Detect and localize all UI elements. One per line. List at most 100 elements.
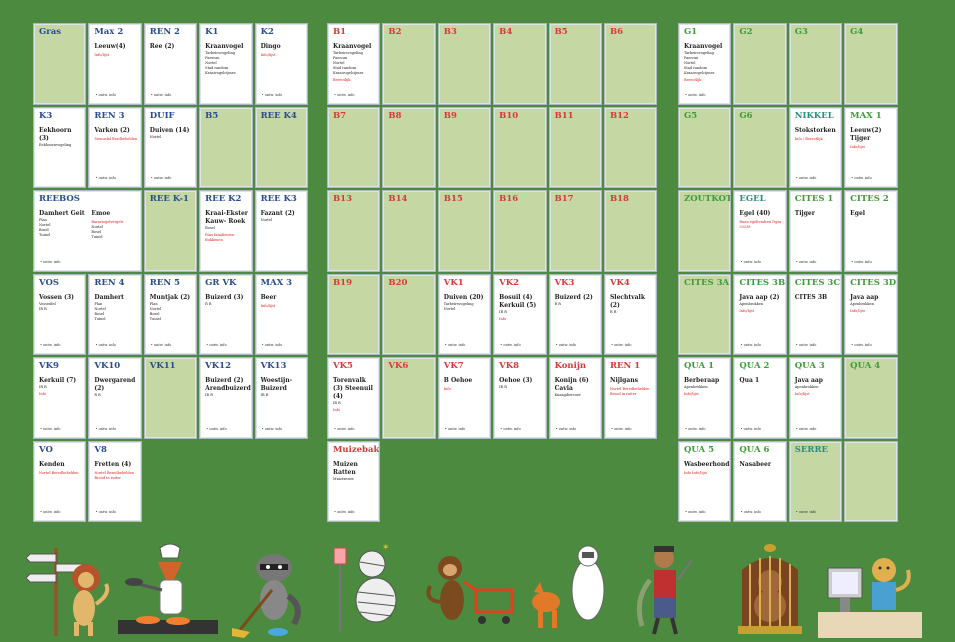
info-link[interactable]: • ontw. info <box>740 510 761 514</box>
enclosure-cell[interactable]: CITES 3B Java aap (2) Apenbrokken Info/lijs… <box>733 273 787 355</box>
mummy-patient-icon[interactable]: ✶ <box>326 540 412 642</box>
info-link[interactable]: • ontw. info <box>685 510 706 514</box>
enclosure-cell[interactable]: VK2 Bosuil (4) Kerkuil (5) IR R Info • ontw.… <box>493 273 547 355</box>
enclosure-cell[interactable]: B3 <box>437 23 492 105</box>
enclosure-cell[interactable]: VK10 Dwergarend (2) R R • ontw. info <box>88 357 142 439</box>
enclosure-cell[interactable]: B16 <box>493 190 547 272</box>
enclosure-cell[interactable]: GR VK Buizerd (3) R R • ontw. info <box>199 273 253 355</box>
enclosure-cell[interactable]: VK12 Buizerd (2) Arendbuizerd IR R • ontw. … <box>199 357 253 439</box>
enclosure-cell[interactable]: B5 <box>199 106 253 188</box>
info-link[interactable]: • ontw. info <box>95 93 116 97</box>
enclosure-cell[interactable]: CITES 3A <box>678 273 732 355</box>
info-link[interactable]: • ontw. info <box>796 260 817 264</box>
enclosure-cell[interactable]: B17 <box>548 190 602 272</box>
enclosure-cell[interactable]: CITES 2 Egel • ontw. info <box>844 190 898 272</box>
info-link[interactable]: • ontw. info <box>740 343 761 347</box>
fox-hazmat-icon[interactable] <box>524 540 614 642</box>
enclosure-cell[interactable]: REE K3 Fazant (2) Nortel <box>254 190 308 272</box>
info-link[interactable]: • ontw. info <box>40 427 61 431</box>
enclosure-cell[interactable]: B10 <box>493 106 547 188</box>
enclosure-cell[interactable]: B13 <box>327 190 381 272</box>
info-link[interactable]: • ontw. info <box>685 93 706 97</box>
enclosure-cell[interactable]: G1 Kraanvogel Tarbeirsvogeling Paercan Norte… <box>678 23 732 105</box>
info-link[interactable]: • ontw. info <box>796 427 817 431</box>
info-link[interactable]: • ontw. info <box>851 260 872 264</box>
info-link[interactable]: • ontw. info <box>334 93 355 97</box>
info-link[interactable]: • ontw. info <box>445 427 466 431</box>
enclosure-cell[interactable]: B15 <box>437 190 492 272</box>
enclosure-cell[interactable]: B5 <box>548 23 602 105</box>
raccoon-sweeper-icon[interactable] <box>232 540 308 642</box>
info-link[interactable]: • ontw. info <box>151 176 172 180</box>
enclosure-cell[interactable]: B2 <box>382 23 436 105</box>
info-link[interactable]: • ontw. info <box>611 427 632 431</box>
fox-chef-icon[interactable] <box>118 540 218 642</box>
enclosure-cell[interactable]: G2 <box>733 23 787 105</box>
enclosure-cell[interactable]: EGEL Egel (40) Ruen egeltendren Dgsu 33338… <box>733 190 787 272</box>
enclosure-cell[interactable]: B19 <box>327 273 381 355</box>
enclosure-cell[interactable]: K1 Kraanvogel Tarbeirsvogeling Paercan Norte… <box>199 23 253 105</box>
info-link[interactable]: • ontw. info <box>151 93 172 97</box>
enclosure-cell[interactable]: REEBOS Damhert Geit Plan Nortel Bosel Tuinel E… <box>33 190 142 272</box>
enclosure-cell[interactable]: QUA 1 Berberaap Apenbrokken Info/lijst • ont… <box>678 357 732 439</box>
pirate-dog-icon[interactable] <box>628 540 704 642</box>
enclosure-cell[interactable]: V8 Fretten (4) Nortel Beredbehelden Brood … <box>88 440 142 522</box>
enclosure-cell[interactable]: Max 2 Leeuw(4) Info/lijst • ontw. info <box>88 23 142 105</box>
lion-signpost-icon[interactable] <box>25 540 116 642</box>
info-link[interactable]: • ontw. info <box>95 343 116 347</box>
info-link[interactable]: • ontw. info <box>851 176 872 180</box>
info-link[interactable]: • ontw. info <box>685 427 706 431</box>
enclosure-cell[interactable]: CITES 3C CITES 3B • ontw. info <box>788 273 843 355</box>
enclosure-cell[interactable]: MAX 1 Leeuw(2) Tijger Info/lijst • ontw. in… <box>844 106 898 188</box>
info-link[interactable]: • ontw. info <box>500 343 521 347</box>
enclosure-cell[interactable]: MAX 3 Beer Info/lijst • ontw. info <box>254 273 308 355</box>
info-link[interactable]: • ontw. info <box>796 176 817 180</box>
enclosure-cell[interactable]: B14 <box>382 190 436 272</box>
enclosure-cell[interactable]: ZOUTKOT <box>678 190 732 272</box>
info-link[interactable]: • ontw. info <box>740 427 761 431</box>
enclosure-cell[interactable]: B11 <box>548 106 602 188</box>
enclosure-cell[interactable]: VK7 B Oehoe Info • ontw. info <box>437 357 492 439</box>
enclosure-cell[interactable]: VK5 Torenvalk (3) Steenuil (4) IR R Info • o… <box>327 357 381 439</box>
enclosure-cell[interactable]: VK8 Oehoe (3) IR R • ontw. info <box>493 357 547 439</box>
info-link[interactable]: • ontw. info <box>796 510 817 514</box>
enclosure-cell[interactable]: B4 <box>493 23 547 105</box>
enclosure-cell[interactable]: VK3 Buizerd (2) R R • ontw. info <box>548 273 602 355</box>
info-link[interactable]: • ontw. info <box>334 510 355 514</box>
enclosure-cell[interactable]: B9 <box>437 106 492 188</box>
enclosure-cell[interactable]: VK9 Kerkuil (7) IR R Info • ontw. info <box>33 357 87 439</box>
info-link[interactable]: • ontw. info <box>262 93 283 97</box>
enclosure-cell[interactable]: SERRE • ontw. info <box>788 440 843 522</box>
enclosure-cell[interactable]: Konijn Konijn (6) Cavia Knaagdiervoer • ont… <box>548 357 602 439</box>
enclosure-cell[interactable]: K3 Eekhoorn (3) Eekhoornvogeling <box>33 106 87 188</box>
info-link[interactable]: • ontw. info <box>262 427 283 431</box>
cheetah-computer-icon[interactable] <box>818 540 922 642</box>
enclosure-cell[interactable]: G4 <box>844 23 898 105</box>
enclosure-cell[interactable]: DUIF Duiven (14) Nortel • ontw. info <box>143 106 198 188</box>
info-link[interactable]: • ontw. info <box>40 260 61 264</box>
info-link[interactable]: • ontw. info <box>95 510 116 514</box>
info-link[interactable]: • ontw. info <box>611 343 632 347</box>
monkey-shopping-icon[interactable] <box>420 540 518 642</box>
enclosure-cell[interactable]: CITES 1 Tijger • ontw. info <box>788 190 843 272</box>
info-link[interactable]: • ontw. info <box>40 343 61 347</box>
enclosure-cell[interactable]: QUA 4 <box>844 357 898 439</box>
enclosure-cell[interactable]: B18 <box>603 190 658 272</box>
enclosure-cell[interactable]: VO Kenden Nortel Beredbehelden • ontw. info <box>33 440 87 522</box>
enclosure-cell[interactable]: Gras <box>33 23 87 105</box>
enclosure-cell[interactable]: REN 1 Nijlgans Nortel Beredbehelden Brood … <box>603 357 658 439</box>
info-link[interactable]: • ontw. info <box>500 427 521 431</box>
info-link[interactable]: • ontw. info <box>556 343 577 347</box>
enclosure-cell[interactable]: B12 <box>603 106 658 188</box>
info-link[interactable]: • ontw. info <box>40 510 61 514</box>
enclosure-cell[interactable]: CITES 3D Java aap Apenbrokken Info/lijst • o… <box>844 273 898 355</box>
enclosure-cell[interactable]: G3 <box>788 23 843 105</box>
monkey-cage-icon[interactable] <box>736 540 804 642</box>
info-link[interactable]: • ontw. info <box>740 260 761 264</box>
enclosure-cell[interactable]: G5 <box>678 106 732 188</box>
enclosure-cell[interactable]: QUA 3 Java aap Apenbrokken Info/lijst • ontw… <box>788 357 843 439</box>
enclosure-cell[interactable]: REE K2 Kraai-Ekster Kauw- Roek Bosel Rius f… <box>199 190 253 272</box>
info-link[interactable]: • ontw. info <box>556 427 577 431</box>
info-link[interactable]: • ontw. info <box>796 343 817 347</box>
enclosure-cell[interactable]: QUA 5 Wasbeerhond Info Info/lijst • ontw. i… <box>678 440 732 522</box>
